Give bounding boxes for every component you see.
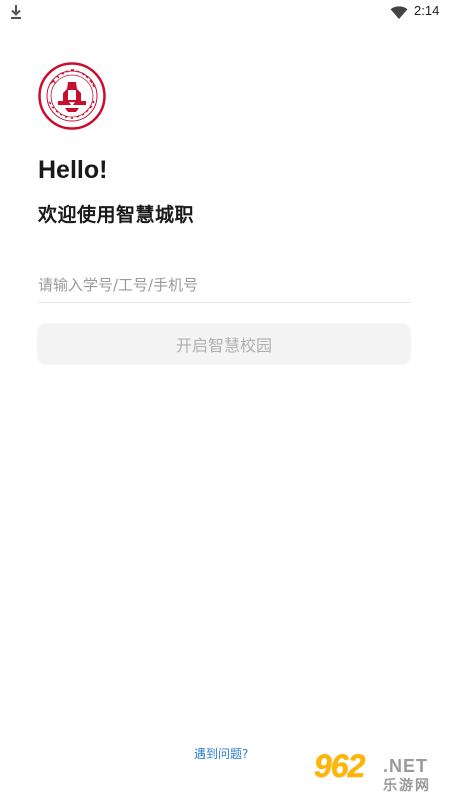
site-watermark: 962 .NET 乐游网 [312,748,446,794]
download-icon [11,5,21,19]
watermark-suffix: .NET [383,756,429,776]
watermark-site-name: 乐游网 [383,778,431,794]
open-campus-button[interactable]: 开启智慧校园 [37,323,411,365]
wifi-icon [390,6,408,19]
watermark-digits: 962 [314,748,365,784]
account-input[interactable] [38,268,411,303]
status-bar: 2:14 [0,0,449,24]
help-link[interactable]: 遇到问题? [194,745,248,762]
clock: 2:14 [414,3,440,18]
school-logo-icon [38,62,106,130]
welcome-subtitle: 欢迎使用智慧城职 [38,204,195,226]
hello-heading: Hello! [38,156,108,184]
